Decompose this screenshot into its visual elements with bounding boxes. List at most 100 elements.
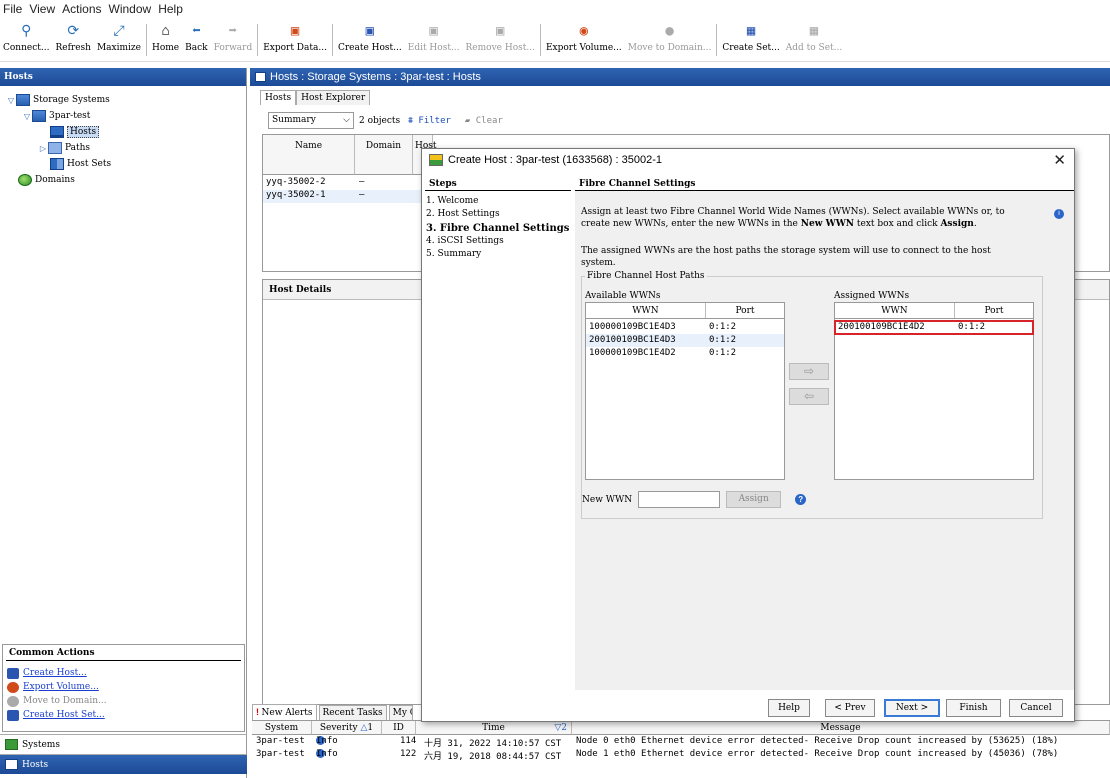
- new-wwn-input[interactable]: [638, 491, 721, 508]
- tree-item-hosts[interactable]: Hosts: [0, 124, 246, 140]
- paths-icon: [48, 142, 62, 154]
- export-volume-icon: ◉: [579, 23, 589, 39]
- action-create-host[interactable]: Create Host...: [3, 666, 244, 680]
- menu-file[interactable]: File: [0, 2, 22, 16]
- toolbar: ⚲ Connect... ⟳ Refresh ⤢ Maximize ⌂ Home ⬅ Ba…: [0, 20, 1110, 62]
- column-message[interactable]: Message: [572, 721, 1110, 735]
- table-row[interactable]: yyq-35002-1 —: [263, 190, 423, 203]
- sort-desc-icon: ▽2: [554, 723, 567, 733]
- action-export-volume[interactable]: Export Volume...: [3, 680, 244, 694]
- export-data-button[interactable]: ▣ Export Data...: [260, 20, 330, 60]
- help-button[interactable]: Help: [768, 699, 810, 717]
- view-select[interactable]: Summary: [268, 112, 354, 129]
- menu-view[interactable]: View: [26, 2, 55, 16]
- column-time[interactable]: Time ▽2: [416, 721, 572, 735]
- create-host-set-icon: [7, 709, 19, 721]
- expand-toggle-icon[interactable]: ▽: [6, 96, 16, 105]
- step-host-settings: 2. Host Settings: [426, 209, 500, 220]
- action-create-host-set[interactable]: Create Host Set...: [3, 708, 244, 722]
- table-row[interactable]: yyq-35002-2 —: [263, 177, 423, 190]
- edit-host-button[interactable]: ▣ Edit Host...: [405, 20, 463, 60]
- tab-new-alerts[interactable]: ! New Alerts: [252, 704, 317, 720]
- main-breadcrumb: Hosts : Storage Systems : 3par-test : Ho…: [250, 68, 1110, 86]
- menu-window[interactable]: Window: [106, 2, 152, 16]
- create-set-button[interactable]: ▦ Create Set...: [719, 20, 782, 60]
- help-question-icon[interactable]: ?: [795, 494, 807, 505]
- finish-button[interactable]: Finish: [946, 699, 1001, 717]
- tree-item-storage-systems[interactable]: ▽ Storage Systems: [0, 92, 246, 108]
- unassign-arrow-button[interactable]: ⇦: [789, 388, 829, 405]
- tree-item-system[interactable]: ▽ 3par-test: [0, 108, 246, 124]
- column-id[interactable]: ID: [382, 721, 416, 735]
- remove-host-button[interactable]: ▣ Remove Host...: [463, 20, 538, 60]
- tree-item-domains[interactable]: Domains: [0, 172, 246, 188]
- column-severity[interactable]: Severity △1: [312, 721, 382, 735]
- step-summary: 5. Summary: [426, 249, 482, 260]
- step-iscsi-settings: 4. iSCSI Settings: [426, 235, 504, 246]
- tab-my-connections[interactable]: My Connections: [388, 705, 413, 720]
- steps-title: Steps: [425, 175, 571, 191]
- list-item-highlighted[interactable]: 200100109BC1E4D2 0:1:2: [834, 320, 1034, 335]
- tab-hosts[interactable]: Hosts: [260, 90, 297, 105]
- menu-actions[interactable]: Actions: [59, 2, 101, 16]
- app-logo-icon: [429, 154, 443, 166]
- home-button[interactable]: ⌂ Home: [149, 20, 182, 60]
- move-to-domain-icon: ●: [665, 23, 674, 39]
- close-icon[interactable]: ✕: [1053, 151, 1066, 169]
- filter-bar: Summary 2 objects ⩩ Filter ▰ Clear: [268, 112, 503, 129]
- move-to-domain-button[interactable]: ● Move to Domain...: [625, 20, 715, 60]
- maximize-button[interactable]: ⤢ Maximize: [94, 20, 144, 60]
- right-arrow-icon: ⇨: [803, 364, 815, 378]
- list-item[interactable]: 100000109BC1E4D3 0:1:2: [586, 321, 784, 334]
- tree-item-host-sets[interactable]: Host Sets: [0, 156, 246, 172]
- create-host-button[interactable]: ▣ Create Host...: [335, 20, 405, 60]
- hosts-icon: [5, 759, 18, 770]
- assigned-wwns-label: Assigned WWNs: [834, 291, 910, 301]
- back-button[interactable]: ⬅ Back: [182, 20, 210, 60]
- forward-button[interactable]: ➡ Forward: [211, 20, 256, 60]
- systems-tab[interactable]: Systems: [0, 734, 247, 754]
- add-to-set-button[interactable]: ▦ Add to Set...: [783, 20, 845, 60]
- table-row[interactable]: 3par-test Info 122 六月 19, 2018 08:44:57 …: [252, 749, 1110, 762]
- maximize-icon: ⤢: [113, 23, 125, 39]
- expand-toggle-icon[interactable]: ▷: [38, 144, 48, 153]
- tab-recent-tasks[interactable]: Recent Tasks: [318, 705, 387, 720]
- assign-arrow-button[interactable]: ⇨: [789, 363, 829, 380]
- home-icon: ⌂: [161, 23, 170, 39]
- assigned-wwns-list[interactable]: WWN Port 200100109BC1E4D2 0:1:2: [834, 302, 1034, 480]
- refresh-button[interactable]: ⟳ Refresh: [52, 20, 93, 60]
- column-wwn[interactable]: WWN: [835, 303, 955, 318]
- connect-button[interactable]: ⚲ Connect...: [0, 20, 52, 60]
- expand-toggle-icon[interactable]: ▽: [22, 112, 32, 121]
- column-wwn[interactable]: WWN: [586, 303, 706, 318]
- assign-button[interactable]: Assign: [726, 491, 782, 508]
- info-icon[interactable]: i: [1054, 209, 1064, 219]
- clear-button[interactable]: ▰ Clear: [465, 116, 503, 126]
- cancel-button[interactable]: Cancel: [1009, 699, 1063, 717]
- tree-item-paths[interactable]: ▷ Paths: [0, 140, 246, 156]
- dialog-title-bar: Create Host : 3par-test (1633568) : 3500…: [422, 149, 1074, 171]
- tab-host-explorer[interactable]: Host Explorer: [296, 90, 371, 105]
- list-item[interactable]: 200100109BC1E4D3 0:1:2: [586, 334, 784, 347]
- common-actions-title: Common Actions: [6, 645, 241, 661]
- list-item[interactable]: 100000109BC1E4D2 0:1:2: [586, 347, 784, 360]
- prev-button[interactable]: < Prev: [825, 699, 875, 717]
- column-port[interactable]: Port: [955, 303, 1033, 318]
- toolbar-separator: [257, 24, 259, 56]
- table-row[interactable]: 3par-test Info 114 十月 31, 2022 14:10:57 …: [252, 736, 1110, 749]
- host-sets-icon: [50, 158, 64, 170]
- column-port[interactable]: Port: [706, 303, 784, 318]
- column-domain[interactable]: Domain: [355, 135, 413, 175]
- available-wwns-list[interactable]: WWN Port 100000109BC1E4D3 0:1:2 200100109…: [585, 302, 785, 480]
- column-name[interactable]: Name: [263, 135, 355, 175]
- storage-system-icon: [32, 110, 46, 122]
- column-system[interactable]: System: [252, 721, 312, 735]
- menu-help[interactable]: Help: [155, 2, 183, 16]
- action-move-to-domain[interactable]: Move to Domain...: [3, 694, 244, 708]
- filter-button[interactable]: ⩩ Filter: [408, 116, 451, 126]
- export-volume-button[interactable]: ◉ Export Volume...: [543, 20, 625, 60]
- hosts-tab[interactable]: Hosts: [0, 754, 247, 774]
- forward-arrow-icon: ➡: [228, 23, 238, 39]
- create-host-icon: ▣: [365, 23, 375, 39]
- next-button[interactable]: Next >: [884, 699, 940, 717]
